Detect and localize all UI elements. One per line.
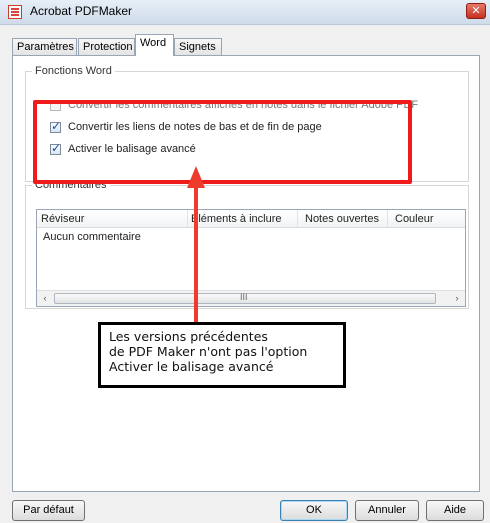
default-settings-button[interactable]: Par défaut	[12, 500, 85, 521]
pdfmaker-dialog: Acrobat PDFMaker ✕ Paramètres Protection…	[0, 0, 490, 523]
scrollbar-grip-icon: III	[240, 292, 248, 302]
column-open-notes[interactable]: Notes ouvertes	[305, 213, 379, 225]
annotation-line-1: Les versions précédentes	[109, 329, 268, 344]
scroll-right-arrow-icon[interactable]: ›	[449, 291, 465, 306]
column-separator	[187, 210, 188, 227]
close-button[interactable]: ✕	[466, 3, 486, 19]
comments-group: Commentaires Réviseur Eléments à inclure…	[25, 179, 469, 309]
acrobat-app-icon	[8, 5, 22, 19]
cancel-button[interactable]: Annuler	[355, 500, 419, 521]
column-separator	[297, 210, 298, 227]
horizontal-scrollbar[interactable]: ‹ III ›	[37, 290, 465, 306]
window-title: Acrobat PDFMaker	[30, 4, 133, 18]
title-bar: Acrobat PDFMaker ✕	[0, 0, 490, 25]
comments-list-header: Réviseur Eléments à inclure Notes ouvert…	[37, 210, 465, 228]
annotation-line-3: Activer le balisage avancé	[109, 359, 274, 374]
scroll-left-arrow-icon[interactable]: ‹	[37, 291, 53, 306]
highlight-box	[33, 100, 412, 184]
annotation-line-2: de PDF Maker n'ont pas l'option	[109, 344, 308, 359]
tab-protection[interactable]: Protection	[78, 38, 135, 55]
annotation-arrow-head-icon	[187, 166, 205, 188]
tab-word[interactable]: Word	[135, 34, 174, 56]
scrollbar-thumb[interactable]: III	[54, 292, 436, 304]
column-elements[interactable]: Eléments à inclure	[191, 213, 282, 225]
tab-parametres[interactable]: Paramètres	[12, 38, 77, 55]
comments-list[interactable]: Réviseur Eléments à inclure Notes ouvert…	[36, 209, 466, 307]
annotation-callout: Les versions précédentes de PDF Maker n'…	[98, 322, 346, 388]
column-reviewer[interactable]: Réviseur	[41, 213, 84, 225]
help-button[interactable]: Aide	[426, 500, 484, 521]
ok-button[interactable]: OK	[280, 500, 348, 521]
no-comments-text: Aucun commentaire	[43, 231, 141, 243]
annotation-arrow	[194, 188, 198, 324]
column-color[interactable]: Couleur	[395, 213, 434, 225]
word-functions-legend: Fonctions Word	[35, 65, 112, 77]
tab-signets[interactable]: Signets	[174, 38, 222, 55]
column-separator	[387, 210, 388, 227]
